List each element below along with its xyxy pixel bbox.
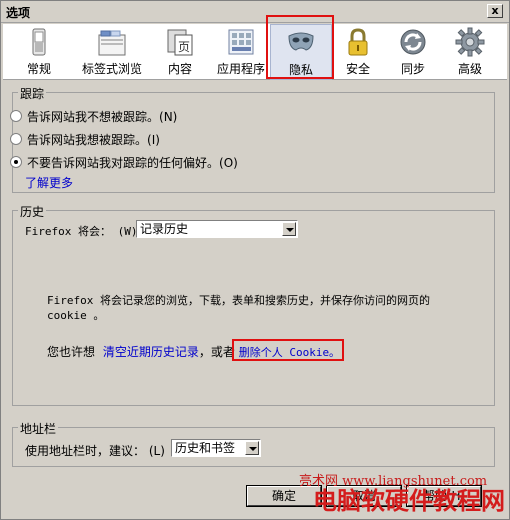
gear-icon: [455, 27, 485, 57]
tracking-option-dont-track[interactable]: 告诉网站我不想被跟踪。(N): [10, 108, 178, 125]
clear-history-link[interactable]: 清空近期历史记录: [103, 345, 199, 359]
pane-label: 内容: [167, 62, 192, 76]
chevron-down-icon[interactable]: [245, 441, 259, 455]
page-icon: 页: [167, 29, 193, 56]
lock-icon: [348, 28, 368, 56]
pane-advanced[interactable]: 高级: [446, 24, 494, 80]
pane-label: 常规: [26, 62, 51, 76]
or-text: ，或者: [198, 345, 235, 359]
pane-sync[interactable]: 同步: [391, 24, 435, 80]
pane-general[interactable]: 常规: [17, 24, 61, 80]
svg-text:页: 页: [178, 40, 190, 54]
pane-tabs[interactable]: 标签式浏览: [77, 24, 147, 80]
learn-more-link[interactable]: 了解更多: [25, 174, 73, 191]
history-legend: 历史: [18, 203, 47, 220]
tabs-icon: [98, 30, 126, 56]
close-button[interactable]: x: [487, 4, 503, 18]
history-mode-select[interactable]: 记录历史: [136, 220, 298, 238]
history-description-line2: cookie 。: [47, 309, 105, 322]
history-description-line1: Firefox 将会记录您的浏览，下载，表单和搜索历史，并保存你访问的网页的: [47, 294, 430, 307]
pane-label: 高级: [457, 62, 482, 76]
pane-label: 安全: [345, 62, 370, 76]
ok-button[interactable]: 确定: [246, 485, 322, 507]
select-value: 历史和书签: [175, 441, 236, 455]
radio-label: 告诉网站我想被跟踪。: [27, 133, 148, 147]
accelerator: (N): [159, 110, 178, 124]
mask-icon: [288, 32, 314, 51]
location-bar-legend: 地址栏: [18, 420, 59, 437]
radio-label: 不要告诉网站我对跟踪的任何偏好。: [27, 156, 220, 170]
options-dialog: 选项 x 常规 标签式浏览 页 内容 应用程序 隐私 安全 同步 高级 跟踪 告…: [0, 0, 510, 520]
preference-pane-toolbar: 常规 标签式浏览 页 内容 应用程序 隐私 安全 同步 高级: [3, 24, 507, 80]
pane-label: 同步: [400, 62, 425, 76]
tracking-legend: 跟踪: [18, 85, 47, 102]
watermark-title: 电脑软硬件教程网: [313, 487, 505, 515]
pane-label: 标签式浏览: [81, 62, 142, 76]
pane-applications[interactable]: 应用程序: [211, 24, 271, 80]
window-title: 选项: [6, 6, 31, 20]
accelerator: (O): [219, 156, 238, 170]
switch-icon: [32, 28, 46, 56]
pane-security[interactable]: 安全: [336, 24, 380, 80]
radio-button[interactable]: [10, 110, 22, 122]
pane-privacy[interactable]: 隐私: [270, 24, 332, 80]
applications-icon: [228, 29, 254, 55]
title-bar: 选项 x: [1, 1, 509, 23]
tracking-option-do-track[interactable]: 告诉网站我想被跟踪。(I): [10, 131, 160, 148]
radio-label: 告诉网站我不想被跟踪。: [27, 110, 160, 124]
accelerator: (I): [147, 133, 160, 147]
suggest-select[interactable]: 历史和书签: [171, 439, 261, 457]
history-suggestion-line: 您也许想 清空近期历史记录，或者 删除个人 Cookie。: [47, 343, 340, 360]
remove-cookies-link[interactable]: 删除个人 Cookie。: [239, 346, 340, 359]
pane-content[interactable]: 页 内容: [158, 24, 202, 80]
select-value: 记录历史: [140, 222, 189, 236]
suggest-label: 使用地址栏时，建议： (L): [25, 444, 165, 458]
sync-icon: [400, 29, 426, 55]
firefox-will-label: Firefox 将会： (W): [25, 225, 138, 238]
tracking-option-no-preference[interactable]: 不要告诉网站我对跟踪的任何偏好。(O): [10, 154, 238, 171]
maybe-text: 您也许想: [47, 345, 96, 359]
pane-label: 应用程序: [216, 62, 265, 76]
radio-button[interactable]: [10, 156, 22, 168]
pane-label: 隐私: [288, 63, 313, 77]
chevron-down-icon[interactable]: [282, 222, 296, 236]
radio-button[interactable]: [10, 133, 22, 145]
